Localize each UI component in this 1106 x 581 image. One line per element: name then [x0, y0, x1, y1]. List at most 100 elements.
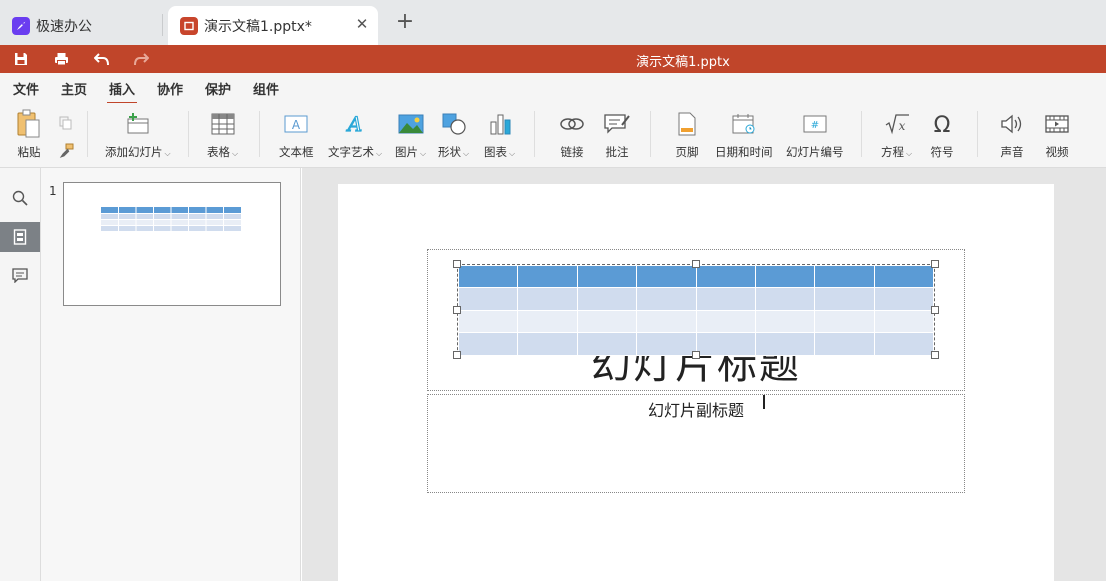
slide-thumbnail[interactable] — [63, 182, 281, 306]
table-cell[interactable] — [873, 265, 935, 288]
slide[interactable]: 幻灯片标题 幻灯片副标题 — [338, 184, 1054, 581]
equation-label: 方程 — [881, 145, 904, 159]
resize-handle-top-left[interactable] — [453, 260, 461, 268]
table-cell[interactable] — [754, 265, 816, 288]
resize-handle-right[interactable] — [931, 306, 939, 314]
resize-handle-top[interactable] — [692, 260, 700, 268]
table-row — [457, 287, 935, 311]
table-button[interactable]: 表格 ⌵ — [207, 111, 238, 160]
resize-handle-left[interactable] — [453, 306, 461, 314]
table-cell[interactable] — [754, 310, 816, 333]
table-cell[interactable] — [576, 265, 638, 288]
wordart-button[interactable]: A 文字艺术 ⌵ — [328, 111, 382, 160]
equation-button[interactable]: x 方程 ⌵ — [881, 111, 912, 160]
video-button[interactable]: 视频 — [1042, 111, 1072, 160]
table-cell[interactable] — [517, 332, 578, 356]
chevron-down-icon: ⌵ — [420, 149, 427, 158]
table-cell[interactable] — [873, 310, 935, 333]
menu-file[interactable]: 文件 — [13, 79, 39, 98]
table-cell[interactable] — [754, 287, 816, 311]
close-icon[interactable]: ✕ — [354, 16, 370, 32]
add-slide-button[interactable]: 添加幻灯片 ⌵ — [105, 111, 171, 160]
rocket-icon — [12, 16, 30, 35]
link-label: 链接 — [560, 145, 584, 159]
add-tab-button[interactable]: + — [394, 11, 416, 33]
slide-subtitle: 幻灯片副标题 — [647, 401, 744, 420]
table-cell[interactable] — [873, 287, 935, 311]
slide-table[interactable] — [457, 265, 935, 356]
comments-panel-button[interactable] — [0, 260, 40, 290]
resize-handle-bottom[interactable] — [692, 351, 700, 359]
table-cell[interactable] — [636, 265, 697, 288]
table-cell[interactable] — [517, 287, 578, 311]
slide-number-button[interactable]: # 幻灯片编号 — [786, 111, 844, 160]
table-cell[interactable] — [636, 332, 697, 356]
ribbon-divider — [534, 111, 535, 157]
menu-components[interactable]: 组件 — [253, 79, 279, 98]
footer-button[interactable]: 页脚 — [672, 111, 702, 160]
table-cell[interactable] — [576, 310, 638, 333]
resize-handle-bottom-right[interactable] — [931, 351, 939, 359]
chevron-down-icon: ⌵ — [463, 149, 470, 158]
ribbon-divider — [861, 111, 862, 157]
table-cell[interactable] — [517, 310, 578, 333]
table-cell[interactable] — [695, 265, 756, 288]
document-title: 演示文稿1.pptx — [636, 55, 730, 70]
table-cell[interactable] — [814, 332, 875, 356]
audio-button[interactable]: 声音 — [997, 111, 1027, 160]
table-cell[interactable] — [695, 310, 756, 333]
table-cell[interactable] — [457, 265, 519, 288]
table-cell[interactable] — [814, 287, 875, 311]
comment-button[interactable]: 批注 — [602, 111, 632, 160]
thumbnail-number: 1 — [49, 184, 57, 198]
subtitle-placeholder[interactable]: 幻灯片副标题 — [427, 394, 965, 493]
menu-protect[interactable]: 保护 — [205, 79, 231, 98]
table-cell[interactable] — [457, 287, 519, 311]
menu-insert[interactable]: 插入 — [106, 79, 138, 104]
paste-button[interactable]: 粘贴 — [14, 109, 44, 160]
table-cell[interactable] — [457, 332, 519, 356]
add-slide-icon — [123, 111, 153, 137]
tab-document[interactable]: 演示文稿1.pptx* ✕ — [168, 6, 378, 45]
chevron-down-icon: ⌵ — [376, 149, 383, 158]
svg-text:A: A — [292, 118, 301, 132]
resize-handle-top-right[interactable] — [931, 260, 939, 268]
search-button[interactable] — [0, 183, 40, 213]
footer-icon — [672, 111, 702, 137]
table-cell[interactable] — [576, 287, 638, 311]
table-cell[interactable] — [695, 287, 756, 311]
resize-handle-bottom-left[interactable] — [453, 351, 461, 359]
table-cell[interactable] — [695, 332, 756, 356]
table-cell[interactable] — [636, 287, 697, 311]
table-label: 表格 — [207, 145, 230, 159]
slides-panel-button[interactable] — [0, 222, 40, 252]
presentation-icon — [180, 16, 198, 35]
tab-home[interactable]: 极速办公 — [0, 6, 162, 45]
table-cell[interactable] — [636, 310, 697, 333]
table-object[interactable] — [453, 260, 939, 409]
menu-collaborate[interactable]: 协作 — [157, 79, 183, 98]
copy-icon[interactable] — [56, 113, 76, 133]
svg-text:A: A — [346, 112, 362, 136]
datetime-button[interactable]: 日期和时间 — [715, 111, 773, 160]
menu-home[interactable]: 主页 — [61, 79, 87, 98]
ribbon-divider — [650, 111, 651, 157]
table-cell[interactable] — [457, 310, 519, 333]
shape-button[interactable]: 形状 ⌵ — [438, 111, 469, 160]
textbox-button[interactable]: A 文本框 — [279, 111, 314, 160]
image-button[interactable]: 图片 ⌵ — [395, 111, 426, 160]
symbol-button[interactable]: Ω 符号 — [927, 111, 957, 160]
comment-icon — [602, 111, 632, 137]
table-cell[interactable] — [814, 265, 875, 288]
text-cursor — [763, 395, 765, 409]
table-cell[interactable] — [754, 332, 816, 356]
tab-divider — [162, 14, 163, 36]
link-button[interactable]: 链接 — [557, 111, 587, 160]
table-cell[interactable] — [576, 332, 638, 356]
side-rail — [0, 168, 41, 581]
table-cell[interactable] — [517, 265, 578, 288]
table-cell[interactable] — [873, 332, 935, 356]
chart-button[interactable]: 图表 ⌵ — [484, 111, 515, 160]
format-painter-icon[interactable] — [56, 140, 76, 160]
table-cell[interactable] — [814, 310, 875, 333]
